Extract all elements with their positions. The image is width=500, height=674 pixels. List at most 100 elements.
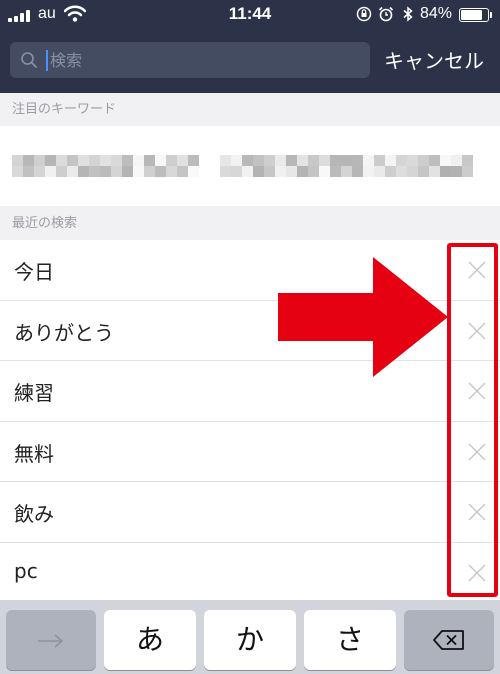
annotation-arrow-icon (278, 257, 448, 377)
recent-search-label: pc (14, 558, 38, 583)
delete-key[interactable] (404, 610, 494, 670)
mosaic-tile (34, 155, 45, 166)
mosaic-tile (297, 155, 308, 166)
top-bar: au 11:44 84% キ (0, 0, 500, 93)
featured-keywords-panel (0, 126, 500, 206)
mosaic-tile (341, 166, 352, 177)
search-bar[interactable] (10, 42, 370, 78)
mosaic-tile (12, 166, 23, 177)
mosaic-tile (188, 166, 199, 177)
recent-search-item[interactable]: pc (0, 543, 500, 603)
mosaic-tile (78, 155, 89, 166)
mosaic-tile (231, 155, 242, 166)
mosaic-tile (385, 166, 396, 177)
mosaic-tile (275, 166, 286, 177)
backspace-icon (433, 630, 464, 650)
key-ka[interactable]: か (204, 610, 296, 670)
mosaic-tile (396, 166, 407, 177)
mosaic-tile (220, 166, 231, 177)
blurred-keyword-left[interactable] (12, 155, 199, 177)
recent-search-label: ありがとう (14, 320, 114, 345)
mosaic-tile (352, 166, 363, 177)
mosaic-tile (220, 155, 231, 166)
mosaic-tile (78, 166, 89, 177)
recent-search-item[interactable]: 無料 (0, 422, 500, 482)
key-sa[interactable]: さ (304, 610, 396, 670)
mosaic-tile (341, 155, 352, 166)
mosaic-tile (429, 166, 440, 177)
mosaic-tile (374, 166, 385, 177)
orientation-lock-icon (356, 6, 372, 22)
recent-search-item[interactable]: 飲み (0, 482, 500, 543)
battery-icon (459, 8, 489, 22)
mosaic-tile (242, 155, 253, 166)
mosaic-tile (440, 166, 451, 177)
mosaic-tile (155, 155, 166, 166)
recent-search-label: 無料 (14, 441, 54, 466)
mosaic-tile (100, 155, 111, 166)
mosaic-tile (330, 155, 341, 166)
key-a[interactable]: あ (104, 610, 196, 670)
text-cursor (46, 50, 48, 71)
mosaic-tile (352, 155, 363, 166)
mosaic-tile (264, 155, 275, 166)
search-icon (21, 52, 37, 68)
mosaic-tile (23, 166, 34, 177)
mosaic-tile (122, 166, 133, 177)
search-input[interactable] (50, 42, 350, 78)
keyboard: あ か さ (0, 600, 500, 674)
mosaic-tile (319, 166, 330, 177)
mosaic-tile (111, 166, 122, 177)
battery-level-fill (461, 10, 482, 20)
arrow-right-icon (38, 634, 64, 648)
bluetooth-icon (403, 6, 413, 22)
mosaic-tile (264, 166, 275, 177)
mosaic-tile (253, 155, 264, 166)
mosaic-tile (308, 166, 319, 177)
mosaic-tile (56, 155, 67, 166)
cancel-button[interactable]: キャンセル (384, 45, 484, 74)
status-bar: au 11:44 84% (0, 0, 500, 30)
mosaic-tile (407, 166, 418, 177)
mosaic-tile (12, 155, 23, 166)
mosaic-tile (100, 166, 111, 177)
mosaic-tile (385, 155, 396, 166)
mosaic-tile (144, 155, 155, 166)
mosaic-tile (122, 155, 133, 166)
mosaic-tile (451, 155, 462, 166)
mosaic-tile (297, 166, 308, 177)
battery-percentage: 84% (420, 5, 453, 22)
mosaic-tile (286, 155, 297, 166)
mosaic-tile (45, 166, 56, 177)
recent-search-label: 飲み (14, 502, 54, 526)
blurred-keyword-right[interactable] (220, 155, 473, 177)
battery-tip (490, 12, 492, 18)
mosaic-tile (34, 166, 45, 177)
mosaic-tile (330, 166, 341, 177)
mosaic-tile (111, 155, 122, 166)
mosaic-tile (177, 155, 188, 166)
recent-searches-header: 最近の検索 (0, 207, 500, 240)
mosaic-tile (429, 155, 440, 166)
mosaic-tile (166, 155, 177, 166)
mosaic-tile (407, 155, 418, 166)
mosaic-tile (67, 155, 78, 166)
recent-search-label: 練習 (14, 381, 54, 405)
mosaic-tile (286, 166, 297, 177)
mosaic-tile (253, 166, 264, 177)
mosaic-tile (144, 166, 155, 177)
mosaic-tile (155, 166, 166, 177)
mosaic-tile (231, 166, 242, 177)
mosaic-tile (462, 155, 473, 166)
next-candidate-key[interactable] (6, 610, 96, 670)
mosaic-tile (23, 155, 34, 166)
mosaic-tile (462, 166, 473, 177)
mosaic-tile (418, 155, 429, 166)
mosaic-tile (319, 155, 330, 166)
recent-search-label: 今日 (14, 260, 54, 284)
mosaic-tile (89, 155, 100, 166)
mosaic-tile (374, 155, 385, 166)
mosaic-tile (56, 166, 67, 177)
mosaic-tile (396, 155, 407, 166)
mosaic-tile (451, 166, 462, 177)
